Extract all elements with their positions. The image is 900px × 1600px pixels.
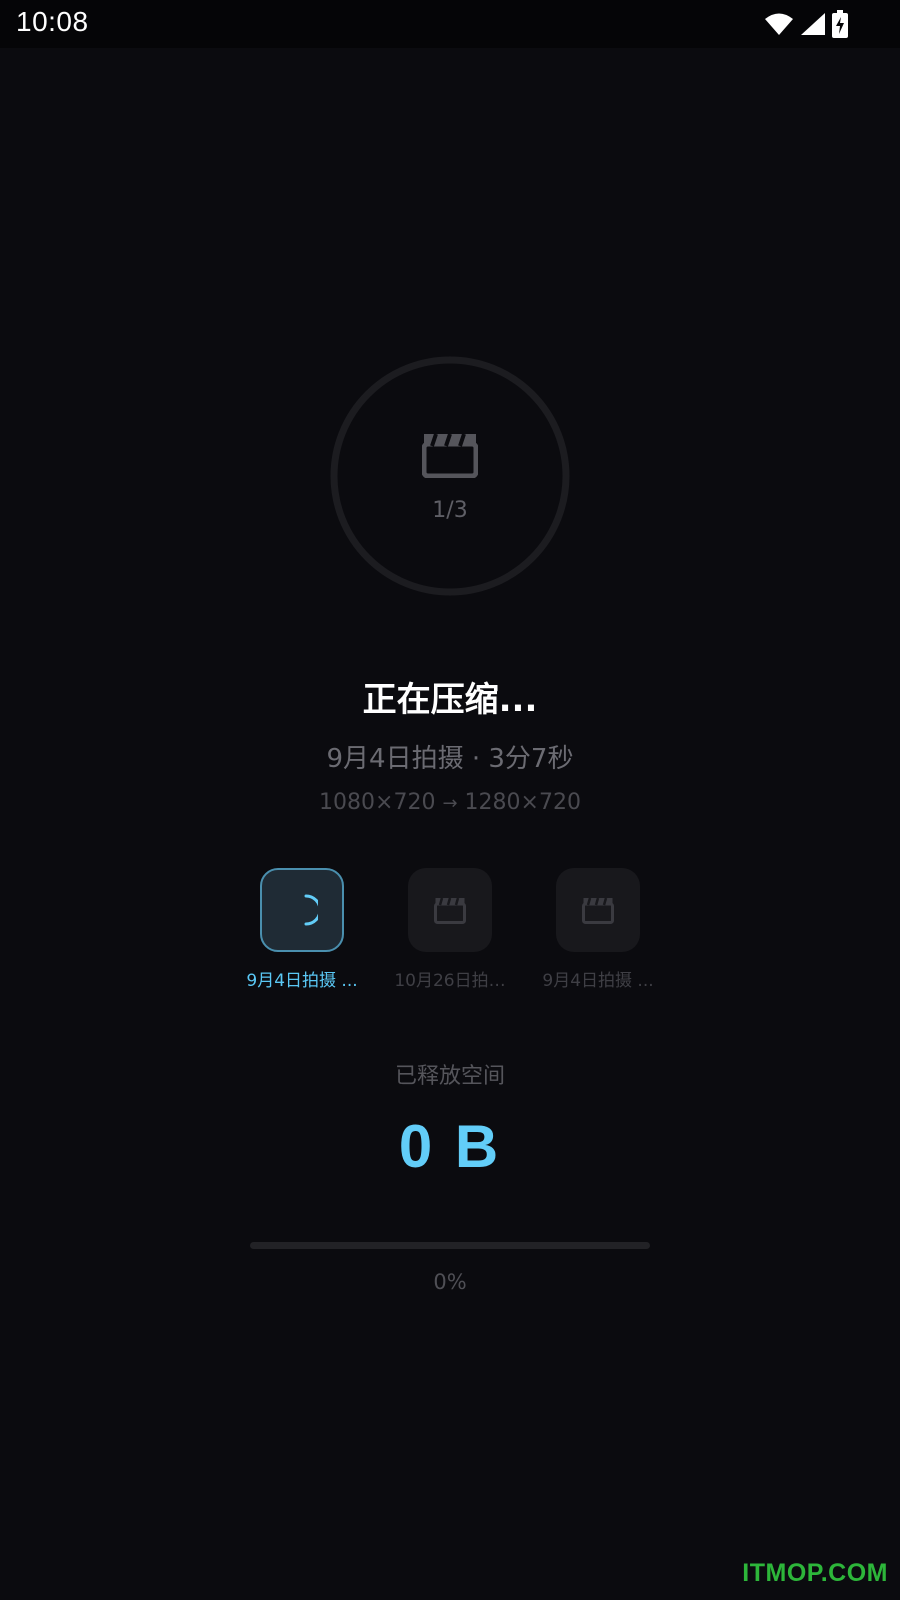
progress-bar: [250, 1242, 650, 1249]
queue-thumb-2: [408, 868, 492, 952]
progress-ring: 1/3: [330, 356, 570, 596]
progress-percent: 0%: [433, 1270, 467, 1294]
queue-thumb-3: [556, 868, 640, 952]
status-time: 10:08: [16, 6, 89, 37]
watermark-logo: ITMOP.COM: [742, 1559, 888, 1587]
loading-spinner-icon: [304, 894, 318, 926]
clapperboard-icon: [582, 897, 614, 924]
compression-screen: 10:08 1/3 正在压缩... 9月4日拍摄 · 3分7秒 1080×720…: [0, 0, 900, 1600]
freed-space-value: 0 B: [398, 1113, 502, 1180]
clapperboard-icon: [434, 897, 466, 924]
resolution-change: 1080×720 → 1280×720: [0, 790, 900, 815]
battery-charging-icon: [832, 10, 848, 38]
queue-label-1: 9月4日拍摄 ...: [246, 971, 358, 991]
queue-label-3: 9月4日拍摄 ...: [542, 971, 654, 991]
page-title: 正在压缩...: [362, 680, 538, 720]
freed-space-label: 已释放空间: [394, 1064, 505, 1089]
signal-icon: [800, 12, 826, 36]
resolution-source: 1080×720: [319, 790, 436, 815]
clapperboard-icon: [422, 430, 478, 478]
queue-thumb-1: [260, 868, 344, 952]
arrow-right-icon: →: [442, 793, 458, 814]
queue-label-2: 10月26日拍…: [394, 971, 506, 991]
queue-item-3[interactable]: 9月4日拍摄 ...: [523, 868, 673, 991]
status-bar: 10:08: [0, 0, 900, 48]
status-icons: [764, 10, 848, 38]
resolution-target: 1280×720: [464, 790, 581, 815]
queue-item-1[interactable]: 9月4日拍摄 ...: [227, 868, 377, 991]
video-info: 9月4日拍摄 · 3分7秒: [326, 744, 574, 774]
queue-item-2[interactable]: 10月26日拍…: [375, 868, 525, 991]
wifi-icon: [764, 12, 794, 36]
file-counter: 1/3: [432, 498, 468, 523]
